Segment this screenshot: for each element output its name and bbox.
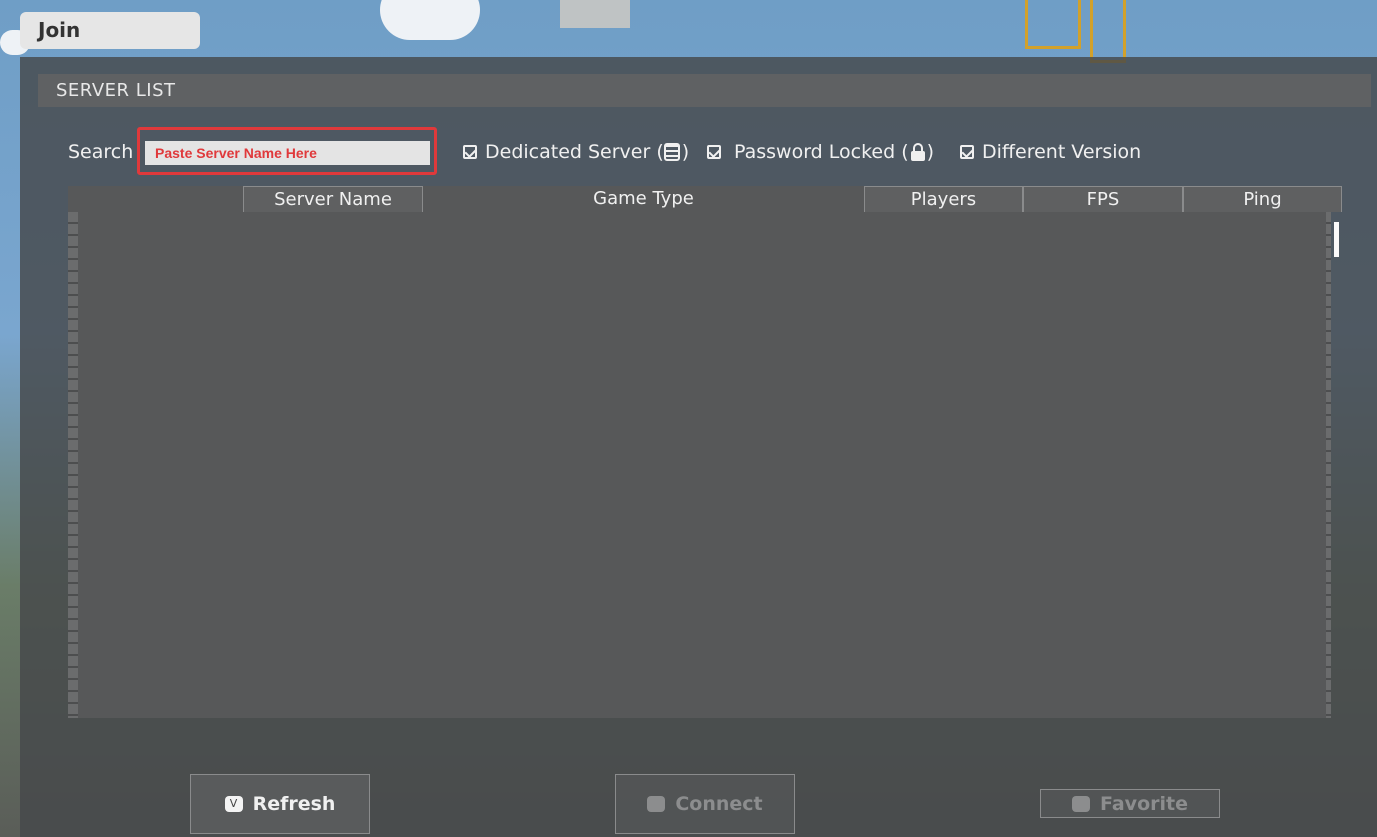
table-left-edge [68, 212, 78, 718]
table-scrollbar[interactable] [1334, 222, 1339, 257]
favorite-label: Favorite [1100, 792, 1188, 815]
join-tab[interactable]: Join [20, 12, 200, 49]
column-header-fps[interactable]: FPS [1023, 186, 1183, 212]
keybind-icon [647, 796, 666, 812]
favorite-button[interactable]: Favorite [1040, 789, 1220, 818]
filter-label: Different Version [982, 141, 1142, 163]
different-version-checkbox[interactable] [960, 145, 974, 159]
refresh-button[interactable]: V Refresh [190, 774, 370, 834]
column-header-players[interactable]: Players [864, 186, 1023, 212]
filter-dedicated-server[interactable]: Dedicated Server ( ) [463, 141, 689, 163]
connect-button[interactable]: Connect [615, 774, 795, 834]
search-input[interactable] [145, 141, 430, 165]
filter-suffix: ) [926, 141, 935, 163]
column-header-ping[interactable]: Ping [1183, 186, 1342, 212]
background-crane [1090, 0, 1126, 63]
server-table [68, 186, 1331, 718]
column-header-game-type[interactable]: Game Type [423, 186, 864, 212]
filter-different-version[interactable]: Different Version [960, 141, 1141, 163]
background-cloud [380, 0, 480, 40]
filter-label: Password Locked ( [734, 141, 909, 163]
table-right-edge [1326, 212, 1331, 718]
panel-title: SERVER LIST [38, 74, 1371, 107]
connect-label: Connect [675, 793, 763, 815]
refresh-label: Refresh [252, 793, 336, 815]
filter-label: Dedicated Server ( [485, 141, 664, 163]
background-crane [1025, 0, 1081, 49]
search-label: Search [68, 141, 134, 163]
lock-icon [910, 143, 925, 161]
keybind-icon [1072, 795, 1090, 812]
background-lamp [560, 0, 630, 28]
dedicated-server-checkbox[interactable] [463, 145, 477, 159]
server-icon [663, 143, 680, 161]
password-locked-checkbox[interactable] [707, 145, 721, 159]
filter-suffix: ) [681, 141, 690, 163]
filter-password-locked[interactable]: Password Locked ( ) [707, 141, 934, 163]
keybind-v-icon: V [224, 796, 243, 812]
server-list-panel: SERVER LIST Search Dedicated Server ( ) … [20, 57, 1377, 837]
column-header-server-name[interactable]: Server Name [243, 186, 423, 212]
